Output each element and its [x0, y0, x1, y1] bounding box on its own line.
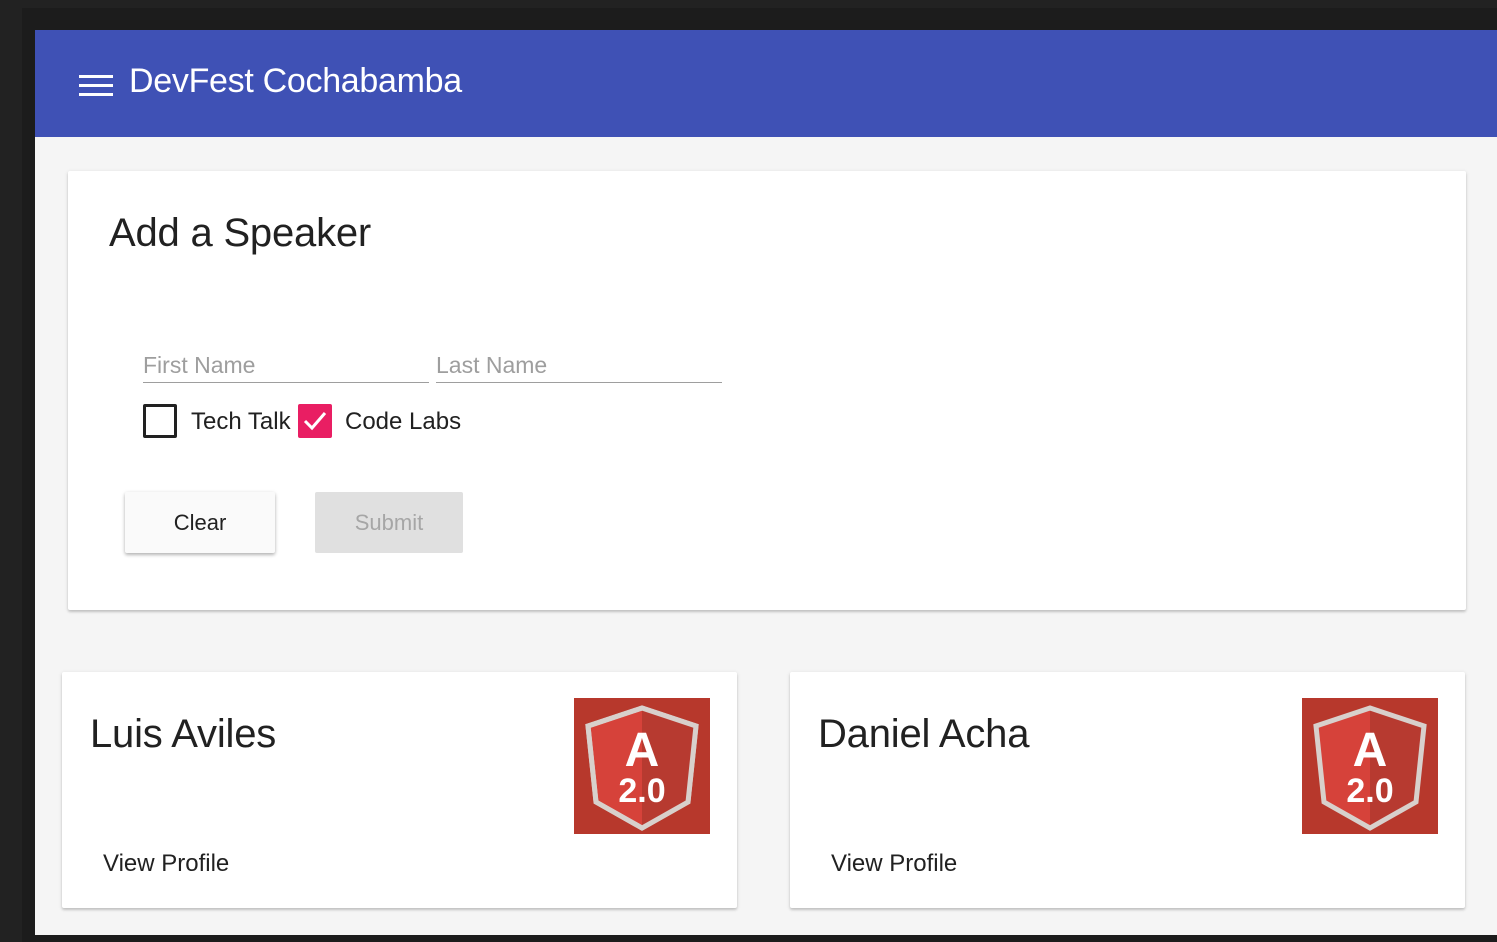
speaker-name: Luis Aviles: [90, 712, 277, 756]
check-icon: [303, 412, 327, 431]
speaker-card: Daniel Acha A 2.0 View Profile: [790, 672, 1465, 908]
app-title: DevFest Cochabamba: [129, 62, 462, 100]
svg-text:2.0: 2.0: [1346, 772, 1393, 810]
code-labs-checkbox[interactable]: [298, 404, 332, 438]
tech-talk-checkbox[interactable]: [143, 404, 177, 438]
last-name-input[interactable]: [436, 345, 722, 382]
submit-button[interactable]: Submit: [315, 492, 463, 553]
clear-button[interactable]: Clear: [125, 492, 275, 553]
form-title: Add a Speaker: [109, 211, 372, 255]
angular-2-logo-icon: A 2.0: [1302, 698, 1438, 834]
first-name-field[interactable]: [143, 345, 429, 383]
code-labs-label[interactable]: Code Labs: [345, 408, 461, 436]
view-profile-button[interactable]: View Profile: [103, 850, 229, 878]
angular-2-logo-icon: A 2.0: [574, 698, 710, 834]
svg-text:A: A: [1353, 724, 1388, 777]
menu-icon[interactable]: [79, 75, 113, 97]
speaker-card: Luis Aviles A 2.0 View Profile: [62, 672, 737, 908]
tech-talk-label[interactable]: Tech Talk: [191, 408, 291, 436]
top-toolbar: DevFest Cochabamba: [35, 30, 1497, 137]
svg-text:A: A: [625, 724, 660, 777]
add-speaker-card: Add a Speaker Tech Talk Code Labs Clear …: [68, 171, 1466, 610]
svg-text:2.0: 2.0: [618, 772, 665, 810]
last-name-field[interactable]: [436, 345, 722, 383]
first-name-input[interactable]: [143, 345, 429, 382]
app-root: DevFest Cochabamba Add a Speaker Tech Ta…: [35, 30, 1497, 935]
speaker-name: Daniel Acha: [818, 712, 1030, 756]
view-profile-button[interactable]: View Profile: [831, 850, 957, 878]
